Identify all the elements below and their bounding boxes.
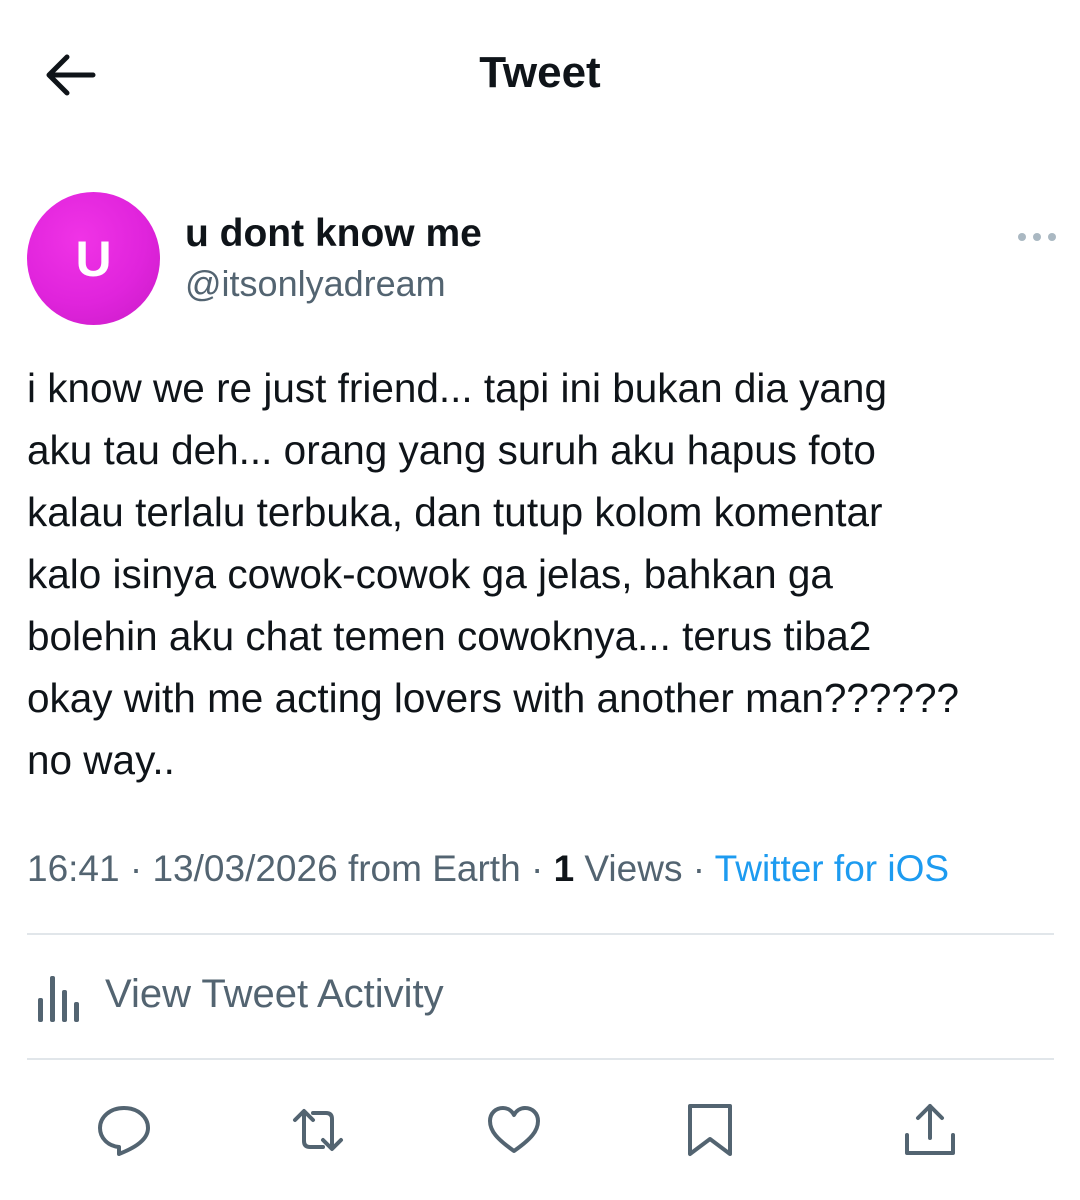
tweet-meta: 16:41 · 13/03/2026 from Earth · 1 Views … <box>27 848 949 890</box>
heart-icon <box>488 1106 540 1153</box>
reply-button[interactable] <box>94 1100 154 1160</box>
author-handle[interactable]: @itsonlyadream <box>185 263 446 305</box>
activity-label: View Tweet Activity <box>105 972 444 1016</box>
tweet-time: 16:41 <box>27 848 120 889</box>
more-options-button[interactable] <box>1012 222 1062 252</box>
avatar-initial: U <box>75 230 112 287</box>
avatar[interactable]: U <box>27 192 160 325</box>
more-dots-icon <box>1018 233 1056 241</box>
meta-separator: · <box>520 848 554 889</box>
retweet-icon <box>293 1109 343 1151</box>
bookmark-icon <box>688 1104 732 1156</box>
views-count: 1 <box>553 848 575 889</box>
author-display-name[interactable]: u dont know me <box>185 212 482 256</box>
share-button[interactable] <box>900 1100 960 1160</box>
bar-chart-icon <box>38 976 79 1022</box>
like-button[interactable] <box>484 1100 544 1160</box>
meta-separator: · <box>682 848 715 889</box>
view-tweet-activity-button[interactable]: View Tweet Activity <box>27 960 1054 1040</box>
divider <box>27 1058 1054 1060</box>
source-link[interactable]: Twitter for iOS <box>715 848 949 889</box>
bookmark-button[interactable] <box>680 1100 740 1160</box>
divider <box>27 933 1054 935</box>
page-title: Tweet <box>479 48 601 97</box>
speech-bubble-icon <box>98 1106 150 1156</box>
top-bar: Tweet <box>0 0 1080 150</box>
meta-separator: · <box>119 848 153 889</box>
tweet-text: i know we re just friend... tapi ini buk… <box>27 365 960 783</box>
share-icon <box>905 1104 955 1155</box>
views-label: Views <box>574 848 683 889</box>
retweet-button[interactable] <box>288 1100 348 1160</box>
tweet-date-location: 13/03/2026 from Earth <box>152 848 521 889</box>
